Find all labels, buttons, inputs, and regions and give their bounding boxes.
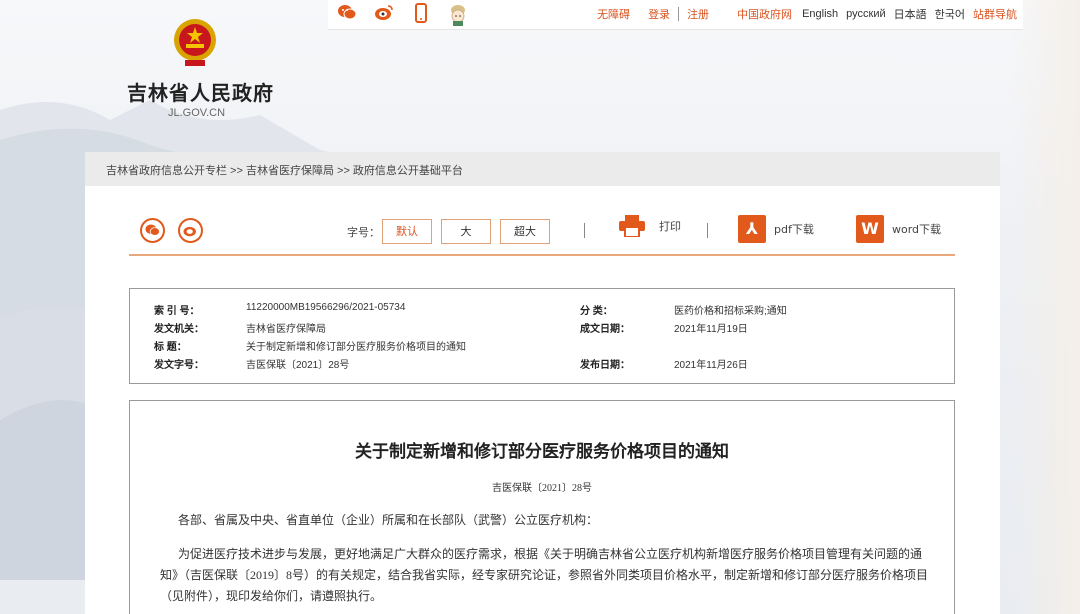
word-icon: W bbox=[856, 215, 884, 243]
date-written-label: 成文日期： bbox=[580, 324, 630, 335]
divider bbox=[584, 223, 585, 238]
info-row: 发文字号： 吉医保联〔2021〕28号 发布日期： 2021年11月26日 bbox=[130, 356, 954, 374]
print-label: 打印 bbox=[659, 220, 681, 233]
wechat-share-icon[interactable] bbox=[140, 218, 165, 243]
info-row: 索 引 号： 11220000MB19566296/2021-05734 分 类… bbox=[130, 302, 954, 320]
top-share-icons bbox=[336, 3, 469, 26]
pdf-icon: ⅄ bbox=[738, 215, 766, 243]
mascot-icon[interactable] bbox=[447, 3, 469, 26]
national-emblem-icon bbox=[171, 16, 219, 68]
info-row: 标 题： 关于制定新增和修订部分医疗服务价格项目的通知 bbox=[130, 338, 954, 356]
english-link[interactable]: English bbox=[802, 8, 838, 20]
printer-icon bbox=[619, 215, 645, 237]
pub-date-value: 2021年11月26日 bbox=[674, 360, 748, 371]
docno-label: 发文字号： bbox=[154, 360, 204, 371]
date-written-value: 2021年11月19日 bbox=[674, 324, 748, 335]
font-large-button[interactable]: 大 bbox=[441, 219, 491, 244]
russian-link[interactable]: русский bbox=[846, 8, 885, 20]
title-value: 关于制定新增和修订部分医疗服务价格项目的通知 bbox=[246, 342, 466, 353]
register-link[interactable]: 注册 bbox=[687, 6, 709, 22]
title-label: 标 题： bbox=[154, 342, 187, 353]
word-download-button[interactable]: W word下载 bbox=[856, 215, 941, 243]
breadcrumb[interactable]: 吉林省政府信息公开专栏 >> 吉林省医疗保障局 >> 政府信息公开基础平台 bbox=[85, 152, 1000, 186]
word-label: word下载 bbox=[892, 223, 942, 236]
index-value: 11220000MB19566296/2021-05734 bbox=[246, 302, 406, 313]
article-paragraph: 为促进医疗技术进步与发展，更好地满足广大群众的医疗需求，根据《关于明确吉林省公立… bbox=[160, 547, 929, 603]
top-links: 无障碍 登录 注册 中国政府网 English русский 日本語 한국어 … bbox=[589, 6, 1017, 22]
right-decoration bbox=[1010, 0, 1080, 614]
site-subtitle: JL.GOV.CN bbox=[168, 107, 226, 119]
index-label: 索 引 号： bbox=[154, 306, 200, 317]
article-docno: 吉医保联〔2021〕28号 bbox=[492, 483, 592, 494]
top-bar: 无障碍 登录 注册 中国政府网 English русский 日本語 한국어 … bbox=[328, 0, 1023, 30]
article-title: 关于制定新增和修订部分医疗服务价格项目的通知 bbox=[355, 442, 729, 461]
weibo-share-icon[interactable] bbox=[178, 218, 203, 243]
print-button[interactable]: 打印 bbox=[619, 215, 681, 237]
issuer-label: 发文机关： bbox=[154, 324, 204, 335]
info-row: 发文机关： 吉林省医疗保障局 成文日期： 2021年11月19日 bbox=[130, 320, 954, 338]
docno-value: 吉医保联〔2021〕28号 bbox=[246, 360, 350, 371]
pdf-download-button[interactable]: ⅄ pdf下载 bbox=[738, 215, 814, 243]
divider bbox=[707, 223, 708, 238]
article-body: 关于制定新增和修订部分医疗服务价格项目的通知 吉医保联〔2021〕28号 各部、… bbox=[129, 400, 955, 614]
weibo-icon[interactable] bbox=[373, 3, 395, 25]
site-title[interactable]: 吉林省人民政府 bbox=[127, 77, 274, 106]
font-size-label: 字号： bbox=[347, 226, 380, 239]
pdf-label: pdf下载 bbox=[774, 223, 814, 236]
gov-link[interactable]: 中国政府网 bbox=[737, 6, 792, 22]
category-label: 分 类： bbox=[580, 306, 613, 317]
article-salutation: 各部、省属及中央、省直单位（企业）所属和在长部队（武警）公立医疗机构： bbox=[178, 513, 599, 527]
category-value: 医药价格和招标采购;通知 bbox=[674, 306, 787, 317]
pub-date-label: 发布日期： bbox=[580, 360, 630, 371]
divider bbox=[678, 7, 680, 21]
accessible-link[interactable]: 无障碍 bbox=[597, 6, 630, 22]
japanese-link[interactable]: 日本語 bbox=[894, 6, 927, 22]
font-default-button[interactable]: 默认 bbox=[382, 219, 432, 244]
article-toolbar: 字号： 默认 大 超大 打印 ⅄ pdf下载 W word下载 bbox=[129, 206, 955, 256]
document-info-box: 索 引 号： 11220000MB19566296/2021-05734 分 类… bbox=[129, 288, 955, 384]
korean-link[interactable]: 한국어 bbox=[935, 6, 965, 22]
mobile-icon[interactable] bbox=[410, 3, 432, 25]
sitemap-link[interactable]: 站群导航 bbox=[973, 6, 1017, 22]
font-xlarge-button[interactable]: 超大 bbox=[500, 219, 550, 244]
issuer-value: 吉林省医疗保障局 bbox=[246, 324, 326, 335]
wechat-icon[interactable] bbox=[336, 3, 358, 25]
login-link[interactable]: 登录 bbox=[648, 6, 670, 22]
